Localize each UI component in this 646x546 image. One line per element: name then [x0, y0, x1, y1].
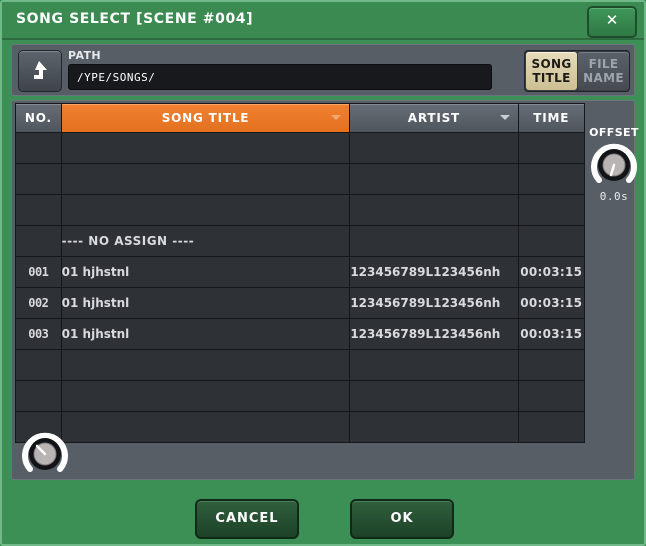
dialog-title-bar: SONG SELECT [SCENE #004] ✕ [2, 2, 644, 40]
column-header-time-label: TIME [533, 111, 570, 125]
column-header-no[interactable]: NO. [15, 103, 62, 133]
table-row[interactable] [15, 132, 586, 164]
cell-title: ---- NO ASSIGN ---- [60, 225, 351, 257]
table-row[interactable] [15, 380, 586, 412]
column-header-artist[interactable]: ARTIST [349, 103, 519, 133]
cell-artist: 123456789L123456nh [349, 287, 519, 319]
sort-file-name-line2: NAME [583, 71, 624, 85]
cell-artist [349, 411, 519, 443]
cell-title [60, 194, 351, 226]
cancel-button[interactable]: CANCEL [195, 499, 299, 539]
offset-label: OFFSET [589, 126, 639, 139]
offset-control: OFFSET 0.0s [582, 126, 646, 203]
cell-title: 01 hjhstnl [60, 256, 351, 288]
cell-no: 002 [15, 287, 62, 319]
cell-artist [349, 349, 519, 381]
table-row[interactable] [15, 349, 586, 381]
list-scroll-knob[interactable] [22, 431, 68, 477]
song-list-table: NO. SONG TITLE ARTIST TIME ---- NO ASSIG… [15, 103, 586, 443]
cell-time: 00:03:15 [517, 318, 586, 350]
song-list-body: ---- NO ASSIGN ---- 001 01 hjhstnl 12345678… [15, 132, 586, 443]
offset-knob[interactable] [591, 142, 637, 188]
cell-time [517, 194, 586, 226]
cell-title: 01 hjhstnl [60, 318, 351, 350]
cell-no [15, 380, 62, 412]
path-input[interactable]: /YPE/SONGS/ [68, 64, 492, 90]
song-list-panel: NO. SONG TITLE ARTIST TIME ---- NO ASSIG… [11, 100, 635, 480]
column-header-song-title[interactable]: SONG TITLE [60, 103, 351, 133]
sort-by-file-name-button[interactable]: FILE NAME [578, 52, 629, 90]
path-label: PATH [68, 49, 102, 62]
cell-artist [349, 163, 519, 195]
cell-time [517, 411, 586, 443]
offset-value: 0.0s [599, 190, 629, 203]
cell-artist: 123456789L123456nh [349, 256, 519, 288]
song-select-dialog: SONG SELECT [SCENE #004] ✕ PATH /YPE/SON… [0, 0, 646, 546]
knob-icon [591, 143, 637, 183]
cell-no [15, 349, 62, 381]
column-header-time[interactable]: TIME [517, 103, 586, 133]
cell-artist: 123456789L123456nh [349, 318, 519, 350]
page-title: SONG SELECT [SCENE #004] [16, 11, 254, 27]
cell-title: 01 hjhstnl [60, 287, 351, 319]
up-one-level-button[interactable] [18, 50, 62, 92]
table-row[interactable] [15, 163, 586, 195]
table-header-row: NO. SONG TITLE ARTIST TIME [15, 103, 586, 133]
table-row[interactable]: 002 01 hjhstnl 123456789L123456nh 00:03:15 [15, 287, 586, 319]
table-row[interactable]: 001 01 hjhstnl 123456789L123456nh 00:03:15 [15, 256, 586, 288]
table-row[interactable] [15, 411, 586, 443]
sort-file-name-line1: FILE [588, 57, 619, 71]
sort-by-song-title-button[interactable]: SONG TITLE [526, 52, 577, 90]
cell-title [60, 163, 351, 195]
cell-time [517, 132, 586, 164]
cell-artist [349, 380, 519, 412]
column-header-artist-label: ARTIST [407, 111, 461, 125]
cancel-button-label: CANCEL [215, 511, 279, 526]
cell-time: 00:03:15 [517, 287, 586, 319]
cell-artist [349, 194, 519, 226]
knob-icon [22, 432, 68, 472]
cell-no [15, 163, 62, 195]
path-panel: PATH /YPE/SONGS/ SONG TITLE FILE NAME [11, 44, 635, 96]
column-header-song-title-label: SONG TITLE [161, 111, 250, 125]
chevron-down-icon [499, 115, 510, 120]
close-icon: ✕ [605, 11, 619, 29]
cell-title [60, 411, 351, 443]
cell-no: 001 [15, 256, 62, 288]
cell-time [517, 225, 586, 257]
sort-mode-toggle-group: SONG TITLE FILE NAME [524, 50, 630, 92]
cell-time [517, 349, 586, 381]
table-row[interactable]: 003 01 hjhstnl 123456789L123456nh 00:03:15 [15, 318, 586, 350]
cell-artist [349, 132, 519, 164]
cell-no [15, 194, 62, 226]
ok-button-label: OK [390, 511, 414, 526]
cell-no [15, 132, 62, 164]
cell-title [60, 349, 351, 381]
cell-no: 003 [15, 318, 62, 350]
cell-no [15, 225, 62, 257]
sort-song-title-line2: TITLE [532, 71, 571, 85]
close-button[interactable]: ✕ [587, 6, 637, 38]
up-level-arrow-icon [34, 61, 47, 79]
table-row[interactable]: ---- NO ASSIGN ---- [15, 225, 586, 257]
sort-song-title-line1: SONG [531, 57, 572, 71]
cell-time [517, 163, 586, 195]
cell-title [60, 132, 351, 164]
cell-time [517, 380, 586, 412]
cell-artist [349, 225, 519, 257]
ok-button[interactable]: OK [350, 499, 454, 539]
column-header-no-label: NO. [24, 111, 52, 125]
table-row[interactable] [15, 194, 586, 226]
cell-title [60, 380, 351, 412]
chevron-down-icon [331, 115, 342, 120]
cell-time: 00:03:15 [517, 256, 586, 288]
path-value: /YPE/SONGS/ [77, 71, 156, 84]
